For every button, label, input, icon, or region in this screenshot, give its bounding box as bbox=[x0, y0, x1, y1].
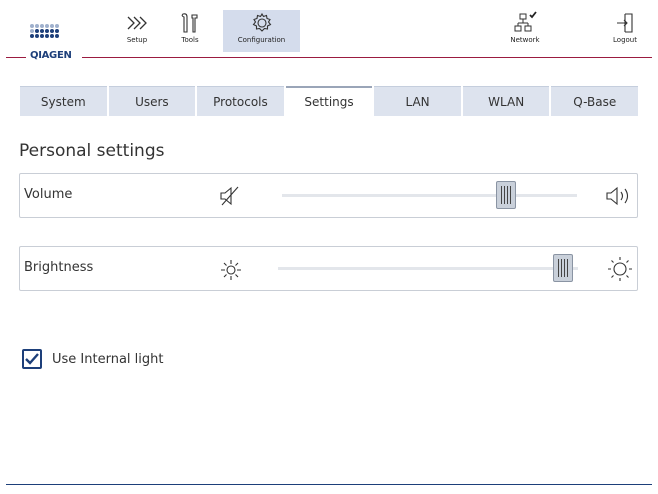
logout-icon bbox=[605, 10, 645, 36]
top-bar: QIAGEN Setup Tools Configuration Network… bbox=[0, 0, 658, 61]
brightness-low-icon bbox=[219, 258, 243, 286]
internal-light-label: Use Internal light bbox=[52, 352, 164, 367]
tab-q-base[interactable]: Q-Base bbox=[551, 86, 639, 116]
brightness-row: Brightness bbox=[19, 246, 638, 291]
tab-settings[interactable]: Settings bbox=[285, 86, 373, 116]
tab-wlan[interactable]: WLAN bbox=[462, 86, 550, 116]
tab-lan[interactable]: LAN bbox=[374, 86, 461, 116]
network-button[interactable]: Network bbox=[500, 10, 550, 52]
gear-icon bbox=[223, 10, 300, 36]
volume-high-icon bbox=[605, 185, 635, 211]
tab-users[interactable]: Users bbox=[108, 86, 196, 116]
network-icon bbox=[500, 10, 550, 36]
tools-label: Tools bbox=[181, 36, 199, 44]
volume-slider-handle[interactable] bbox=[496, 181, 517, 209]
configuration-label: Configuration bbox=[237, 36, 286, 44]
brightness-label: Brightness bbox=[24, 260, 94, 275]
brightness-slider-handle[interactable] bbox=[553, 254, 573, 282]
tab-protocols[interactable]: Protocols bbox=[197, 86, 284, 116]
volume-label: Volume bbox=[24, 187, 73, 202]
tools-icon bbox=[172, 10, 208, 36]
setup-label: Setup bbox=[126, 36, 148, 44]
checkmark-icon bbox=[25, 353, 39, 365]
setup-button[interactable]: Setup bbox=[115, 10, 159, 52]
internal-light-checkbox[interactable] bbox=[22, 349, 42, 369]
settings-tabs: System Users Protocols Settings LAN WLAN… bbox=[20, 86, 639, 116]
qiagen-logo bbox=[30, 24, 59, 46]
volume-row: Volume bbox=[19, 173, 638, 218]
header-line-left bbox=[6, 57, 26, 58]
brightness-high-icon bbox=[607, 256, 633, 286]
logout-button[interactable]: Logout bbox=[605, 10, 645, 52]
brightness-slider-track[interactable] bbox=[278, 267, 578, 270]
page-title: Personal settings bbox=[19, 141, 165, 161]
logout-label: Logout bbox=[613, 36, 637, 44]
volume-slider-track[interactable] bbox=[282, 194, 577, 197]
chevrons-right-icon bbox=[115, 10, 159, 36]
configuration-button[interactable]: Configuration bbox=[223, 10, 300, 52]
volume-mute-icon bbox=[219, 186, 241, 210]
footer-line bbox=[6, 484, 652, 485]
network-label: Network bbox=[510, 36, 540, 44]
tab-system[interactable]: System bbox=[20, 86, 107, 116]
tools-button[interactable]: Tools bbox=[172, 10, 208, 52]
header-line bbox=[82, 57, 652, 58]
logo-text: QIAGEN bbox=[28, 50, 74, 61]
